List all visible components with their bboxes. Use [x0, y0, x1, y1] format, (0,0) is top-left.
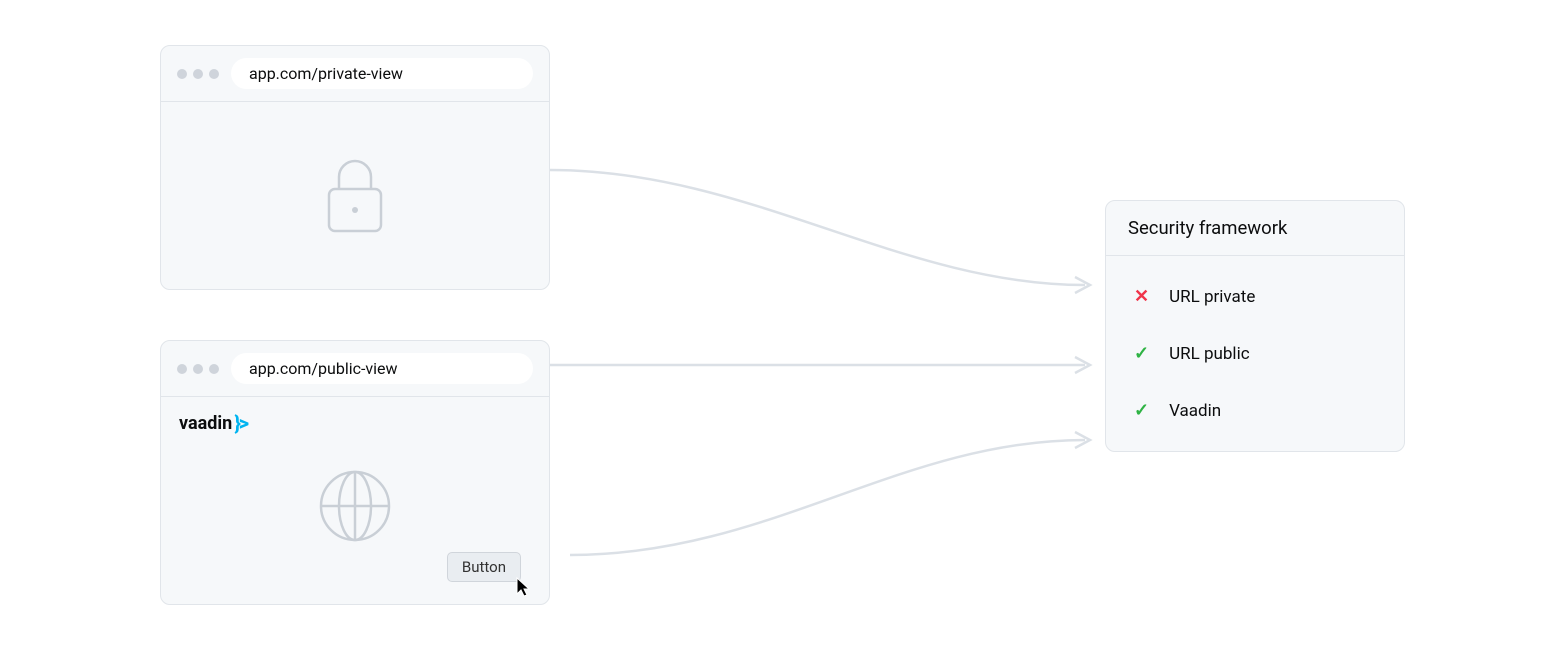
browser-chrome: app.com/private-view — [161, 46, 549, 102]
security-item-label: Vaadin — [1169, 401, 1221, 421]
security-framework-panel: Security framework ✕ URL private ✓ URL p… — [1105, 200, 1405, 452]
window-dot — [177, 364, 187, 374]
globe-icon — [315, 466, 395, 546]
address-bar: app.com/public-view — [231, 353, 533, 384]
security-item-url-public: ✓ URL public — [1106, 325, 1404, 382]
connector-public-url — [550, 350, 1110, 380]
lock-icon — [321, 155, 389, 237]
cursor-icon — [515, 576, 533, 598]
window-dot — [209, 364, 219, 374]
browser-body-public: vaadin}> Button — [161, 397, 549, 604]
security-item-label: URL private — [1169, 287, 1255, 307]
mock-button[interactable]: Button — [447, 552, 521, 582]
browser-body-private — [161, 102, 549, 289]
window-dot — [177, 69, 187, 79]
connector-private — [550, 155, 1110, 315]
security-framework-title: Security framework — [1106, 201, 1404, 256]
security-item-url-private: ✕ URL private — [1106, 268, 1404, 325]
connector-vaadin — [570, 430, 1110, 580]
check-icon: ✓ — [1134, 400, 1149, 421]
security-item-vaadin: ✓ Vaadin — [1106, 382, 1404, 439]
vaadin-logo: vaadin}> — [179, 411, 247, 435]
window-dot — [193, 69, 203, 79]
window-dot — [193, 364, 203, 374]
window-controls — [177, 69, 219, 79]
window-controls — [177, 364, 219, 374]
cross-icon: ✕ — [1134, 286, 1149, 307]
browser-window-private: app.com/private-view — [160, 45, 550, 290]
address-bar: app.com/private-view — [231, 58, 533, 89]
security-item-label: URL public — [1169, 344, 1250, 364]
vaadin-logo-text: vaadin — [179, 413, 232, 434]
vaadin-logo-glyph: }> — [234, 411, 247, 435]
browser-chrome: app.com/public-view — [161, 341, 549, 397]
security-list: ✕ URL private ✓ URL public ✓ Vaadin — [1106, 256, 1404, 451]
check-icon: ✓ — [1134, 343, 1149, 364]
browser-window-public: app.com/public-view vaadin}> Button — [160, 340, 550, 605]
window-dot — [209, 69, 219, 79]
